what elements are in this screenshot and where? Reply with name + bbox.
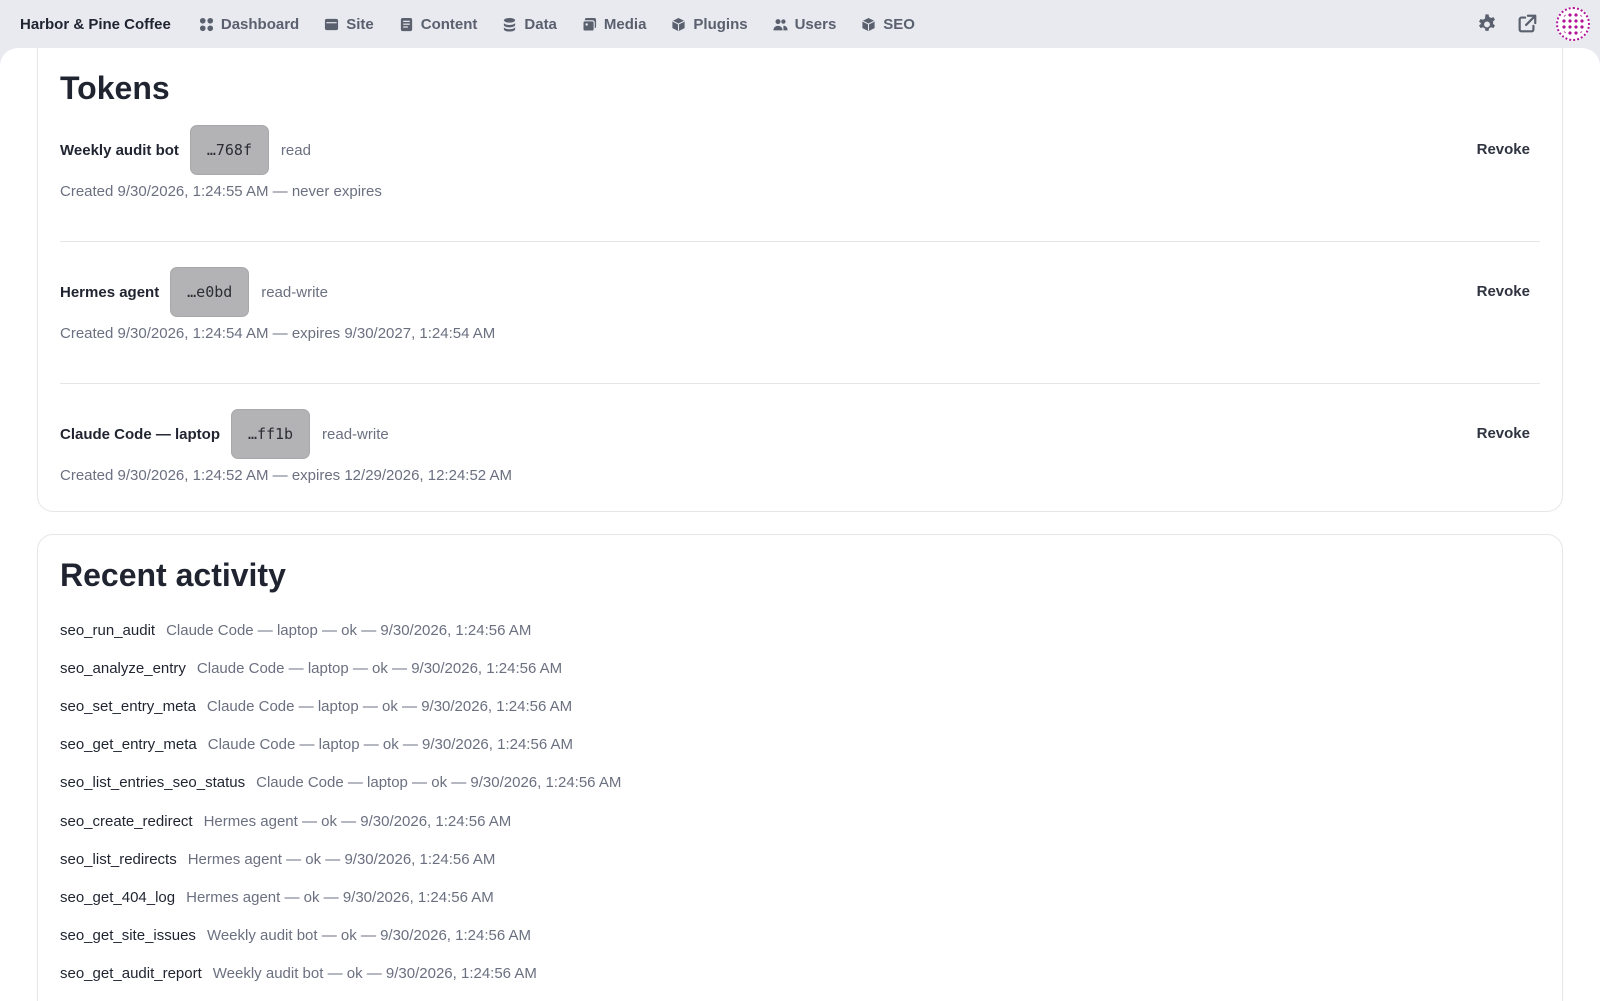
activity-item: seo_create_redirect Hermes agent — ok — … bbox=[60, 802, 1540, 840]
activity-tool: seo_get_entry_meta bbox=[60, 736, 197, 754]
token-divider bbox=[60, 241, 1540, 242]
revoke-button[interactable]: Revoke bbox=[1477, 141, 1530, 158]
nav-label: Users bbox=[794, 15, 837, 33]
tokens-title: Tokens bbox=[60, 70, 170, 106]
token-meta: Created 9/30/2026, 1:24:52 AM — expires … bbox=[60, 467, 512, 484]
revoke-button[interactable]: Revoke bbox=[1477, 283, 1530, 300]
token-row: Weekly audit bot …768f read bbox=[60, 125, 1540, 175]
plugins-icon bbox=[672, 17, 686, 31]
activity-desc: Claude Code — laptop — ok — 9/30/2026, 1… bbox=[207, 736, 573, 754]
activity-item: seo_list_entries_seo_status Claude Code … bbox=[60, 764, 1540, 802]
activity-desc: Claude Code — laptop — ok — 9/30/2026, 1… bbox=[196, 659, 563, 677]
nav-item-content[interactable]: Content bbox=[399, 15, 478, 33]
token-scope: read-write bbox=[322, 425, 389, 443]
activity-card: Recent activity seo_run_audit Claude Cod… bbox=[37, 534, 1563, 1001]
activity-tool: seo_get_audit_report bbox=[60, 965, 202, 983]
activity-list: seo_run_audit Claude Code — laptop — ok … bbox=[60, 611, 1540, 993]
top-actions bbox=[1476, 0, 1590, 48]
token-suffix: …768f bbox=[189, 125, 269, 175]
token-item: Hermes agent …e0bd read-write Created 9/… bbox=[60, 267, 1540, 409]
activity-tool: seo_create_redirect bbox=[60, 812, 193, 830]
site-brand[interactable]: Harbor & Pine Coffee bbox=[20, 16, 171, 33]
content-icon bbox=[400, 17, 412, 31]
activity-desc: Hermes agent — ok — 9/30/2026, 1:24:56 A… bbox=[203, 812, 512, 830]
token-name: Claude Code — laptop bbox=[60, 425, 221, 443]
main-nav: Dashboard Site Content Data Media Plugin… bbox=[199, 16, 940, 33]
activity-tool: seo_analyze_entry bbox=[60, 659, 186, 677]
data-icon bbox=[504, 17, 516, 32]
token-suffix: …e0bd bbox=[170, 267, 250, 317]
activity-desc: Claude Code — laptop — ok — 9/30/2026, 1… bbox=[206, 697, 573, 715]
token-divider bbox=[60, 383, 1540, 384]
activity-item: seo_list_redirects Hermes agent — ok — 9… bbox=[60, 840, 1540, 878]
activity-item: seo_get_entry_meta Claude Code — laptop … bbox=[60, 726, 1540, 764]
activity-desc: Weekly audit bot — ok — 9/30/2026, 1:24:… bbox=[212, 965, 537, 983]
activity-desc: Hermes agent — ok — 9/30/2026, 1:24:56 A… bbox=[187, 850, 496, 868]
token-name: Hermes agent bbox=[60, 283, 160, 301]
external-link-icon bbox=[1518, 14, 1537, 33]
activity-item: seo_get_404_log Hermes agent — ok — 9/30… bbox=[60, 878, 1540, 916]
nav-label: Site bbox=[346, 15, 374, 33]
token-row: Claude Code — laptop …ff1b read-write bbox=[60, 409, 1540, 459]
avatar-pattern bbox=[1561, 12, 1585, 36]
nav-label: Dashboard bbox=[220, 15, 300, 33]
token-item: Claude Code — laptop …ff1b read-write Cr… bbox=[60, 409, 1540, 551]
top-navigation-bar: Harbor & Pine Coffee Dashboard Site Cont… bbox=[0, 0, 1600, 48]
gear-icon bbox=[1479, 14, 1495, 31]
content-area: Tokens Weekly audit bot …768f read Creat… bbox=[0, 48, 1600, 1001]
nav-label: Media bbox=[603, 15, 647, 33]
tokens-card: Tokens Weekly audit bot …768f read Creat… bbox=[37, 48, 1563, 512]
nav-item-users[interactable]: Users bbox=[773, 15, 837, 33]
token-meta: Created 9/30/2026, 1:24:54 AM — expires … bbox=[60, 325, 496, 342]
token-meta: Created 9/30/2026, 1:24:55 AM — never ex… bbox=[60, 183, 382, 200]
activity-item: seo_get_site_issues Weekly audit bot — o… bbox=[60, 917, 1540, 955]
open-site-button[interactable] bbox=[1516, 13, 1538, 35]
nav-item-media[interactable]: Media bbox=[582, 15, 647, 33]
token-scope: read-write bbox=[261, 283, 328, 301]
revoke-button[interactable]: Revoke bbox=[1477, 425, 1530, 442]
site-icon bbox=[325, 18, 339, 30]
nav-label: Content bbox=[420, 15, 478, 33]
media-icon bbox=[582, 17, 596, 32]
activity-item: seo_get_audit_report Weekly audit bot — … bbox=[60, 955, 1540, 993]
users-icon bbox=[773, 18, 788, 30]
token-suffix: …ff1b bbox=[231, 409, 311, 459]
activity-title: Recent activity bbox=[60, 557, 286, 593]
seo-icon bbox=[862, 17, 875, 31]
nav-item-dashboard[interactable]: Dashboard bbox=[199, 16, 299, 33]
nav-item-seo[interactable]: SEO bbox=[861, 16, 915, 33]
activity-tool: seo_set_entry_meta bbox=[60, 697, 196, 715]
nav-item-data[interactable]: Data bbox=[502, 16, 557, 33]
activity-item: seo_set_entry_meta Claude Code — laptop … bbox=[60, 687, 1540, 725]
token-item: Weekly audit bot …768f read Created 9/30… bbox=[60, 125, 1540, 267]
token-row: Hermes agent …e0bd read-write bbox=[60, 267, 1540, 317]
activity-item: seo_analyze_entry Claude Code — laptop —… bbox=[60, 649, 1540, 687]
activity-tool: seo_run_audit bbox=[60, 621, 156, 639]
activity-tool: seo_get_404_log bbox=[60, 888, 176, 906]
token-scope: read bbox=[280, 141, 311, 159]
settings-button[interactable] bbox=[1476, 13, 1498, 35]
nav-item-site[interactable]: Site bbox=[324, 16, 374, 33]
dashboard-icon bbox=[199, 17, 213, 31]
activity-desc: Weekly audit bot — ok — 9/30/2026, 1:24:… bbox=[206, 927, 532, 945]
activity-desc: Claude Code — laptop — ok — 9/30/2026, 1… bbox=[166, 621, 532, 639]
activity-tool: seo_list_entries_seo_status bbox=[60, 774, 246, 792]
nav-label: SEO bbox=[883, 15, 915, 33]
activity-tool: seo_list_redirects bbox=[60, 850, 177, 868]
nav-item-plugins[interactable]: Plugins bbox=[671, 15, 748, 33]
activity-tool: seo_get_site_issues bbox=[60, 927, 196, 945]
avatar[interactable] bbox=[1556, 7, 1590, 41]
activity-desc: Claude Code — laptop — ok — 9/30/2026, 1… bbox=[256, 774, 622, 792]
token-name: Weekly audit bot bbox=[60, 141, 179, 159]
activity-item: seo_run_audit Claude Code — laptop — ok … bbox=[60, 611, 1540, 649]
activity-desc: Hermes agent — ok — 9/30/2026, 1:24:56 A… bbox=[186, 888, 494, 906]
nav-label: Plugins bbox=[693, 15, 748, 33]
nav-label: Data bbox=[524, 15, 557, 33]
